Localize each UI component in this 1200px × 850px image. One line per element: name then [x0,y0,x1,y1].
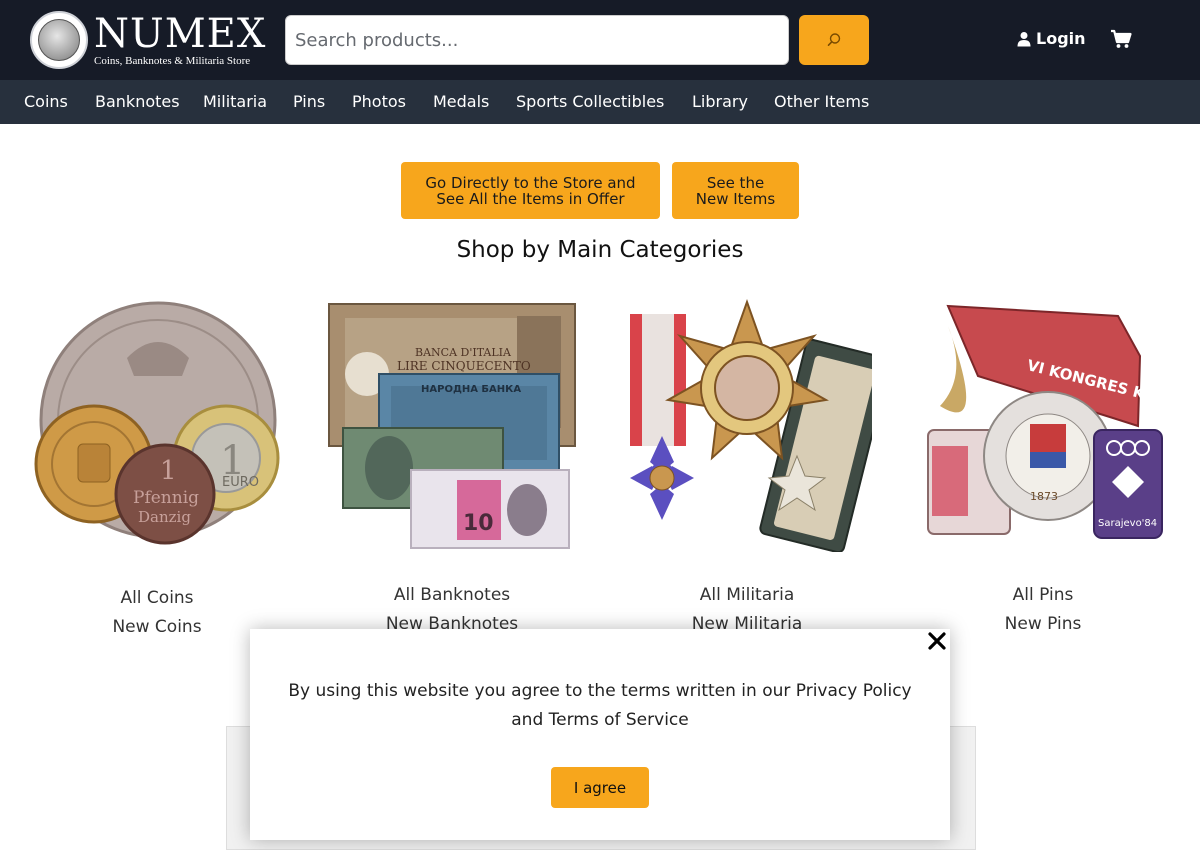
coin-portrait-logo-icon [30,11,88,69]
nav-item-militaria[interactable]: Militaria [203,92,267,111]
militaria-image[interactable] [622,296,872,552]
nav-item-photos[interactable]: Photos [352,92,406,111]
coin-pfennig-value: 1 [160,456,177,486]
nav-item-library[interactable]: Library [692,92,748,111]
all-coins-link[interactable]: All Coins [32,588,282,608]
section-title: Shop by Main Categories [456,237,744,263]
site-logo[interactable]: NUMEX Coins, Banknotes & Militaria Store [30,11,266,69]
terms-consent-modal: By using this website you agree to the t… [250,629,950,840]
all-militaria-link[interactable]: All Militaria [622,585,872,605]
banknote-ten-text: 10 [463,511,494,536]
nav-item-banknotes[interactable]: Banknotes [95,92,180,111]
all-pins-link[interactable]: All Pins [918,585,1168,605]
login-button[interactable]: Login [1016,29,1086,48]
coin-euro-text: EURO [222,475,259,490]
nav-item-coins[interactable]: Coins [24,92,68,111]
coin-pfennig-text: Pfennig [133,488,199,508]
user-icon [1017,31,1031,46]
coin-danzig-text: Danzig [138,508,191,526]
login-label: Login [1036,29,1086,48]
nav-item-other-items[interactable]: Other Items [774,92,869,111]
terms-text-line2: and Terms of Service [511,710,689,730]
modal-close-button[interactable] [927,631,947,655]
go-to-store-line1: Go Directly to the Store and [425,173,636,192]
close-icon [928,632,946,650]
new-items-line2: New Items [695,189,776,208]
cart-icon [1111,29,1132,48]
new-coins-link[interactable]: New Coins [32,617,282,637]
terms-text: By using this website you agree to the t… [280,677,920,735]
pins-image[interactable]: VI KONGRES KPJ 1873 Sarajevo'84 [918,296,1168,552]
pin-sarajevo-text: Sarajevo'84 [1098,518,1157,529]
go-to-store-line2: See All the Items in Offer [436,189,625,208]
new-items-button[interactable]: See the New Items [672,162,799,219]
agree-button[interactable]: I agree [551,767,649,808]
pin-year-text: 1873 [1030,490,1058,503]
brand-name: NUMEX [94,10,267,57]
coins-image[interactable]: 1 EURO 1 Pfennig Danzig [32,296,282,552]
brand-tagline: Coins, Banknotes & Militaria Store [94,54,251,67]
terms-text-line1: By using this website you agree to the t… [288,681,912,701]
cart-button[interactable] [1110,28,1132,54]
new-pins-link[interactable]: New Pins [918,614,1168,634]
nav-item-pins[interactable]: Pins [293,92,325,111]
banknotes-image[interactable]: BANCA D'ITALIA LIRE CINQUECENTO НАРОДНА … [327,296,577,552]
new-items-line1: See the [706,173,765,192]
nav-item-medals[interactable]: Medals [433,92,489,111]
banknote-lire-text: LIRE CINQUECENTO [397,359,531,373]
all-banknotes-link[interactable]: All Banknotes [327,585,577,605]
nav-item-sports-collectibles[interactable]: Sports Collectibles [516,92,664,111]
go-to-store-button[interactable]: Go Directly to the Store and See All the… [401,162,660,219]
category-nav: Coins Banknotes Militaria Pins Photos Me… [0,80,1200,124]
search-input[interactable] [285,15,789,65]
banknote-bank-text: BANCA D'ITALIA [415,346,512,359]
search-icon [827,33,841,46]
banknote-cyrillic-text: НАРОДНА БАНКА [421,384,521,395]
top-header: NUMEX Coins, Banknotes & Militaria Store… [0,0,1200,80]
search-button[interactable] [799,15,869,65]
